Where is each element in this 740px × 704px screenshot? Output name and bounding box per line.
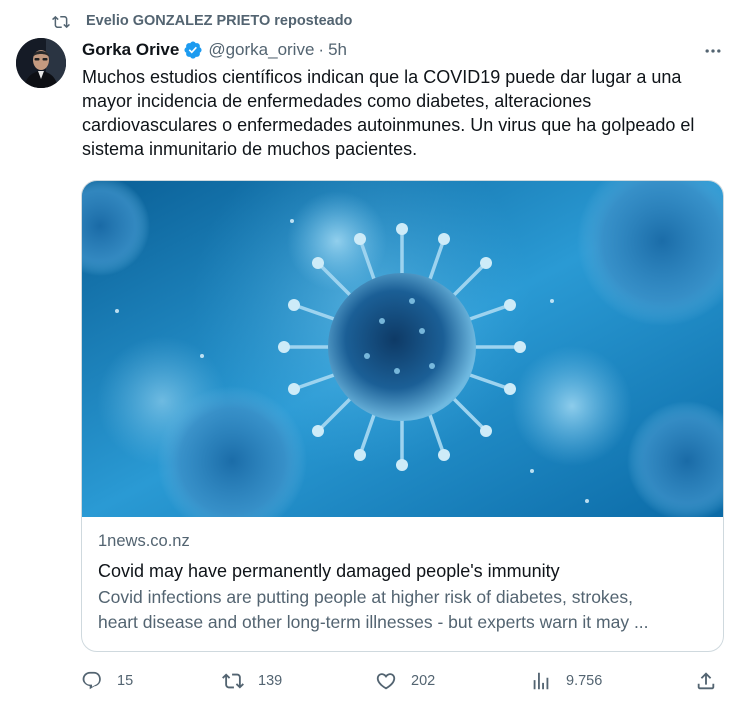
verified-icon [184,41,202,59]
repost-button[interactable]: 139 [222,670,282,692]
card-description-line: heart disease and other long-term illnes… [98,612,649,632]
card-meta: 1news.co.nz Covid may have permanently d… [98,529,710,635]
card-title: Covid may have permanently damaged peopl… [98,561,560,581]
share-icon [697,672,715,690]
tweet-time[interactable]: 5h [328,40,347,60]
author-handle[interactable]: @gorka_orive [208,40,314,60]
reply-button[interactable]: 15 [81,670,133,692]
repost-text[interactable]: Evelio GONZALEZ PRIETO reposteado [86,13,352,29]
tweet-text: Muchos estudios científicos indican que … [82,67,695,159]
card-description: Covid infections are putting people at h… [98,585,710,635]
card-description-line: Covid infections are putting people at h… [98,587,634,607]
tweet-header: Gorka Orive @gorka_orive · 5h [82,38,347,62]
author-name[interactable]: Gorka Orive [82,40,179,60]
view-count: 9.756 [566,673,603,689]
avatar[interactable] [16,38,66,88]
tweet-actions: 15 139 202 9.756 [0,662,740,700]
share-button[interactable] [695,670,717,692]
like-button[interactable]: 202 [375,670,435,692]
reply-icon [82,671,101,690]
card-image [82,181,723,517]
views-icon [533,672,549,690]
more-options-button[interactable] [698,40,728,62]
reply-count: 15 [117,673,134,689]
repost-icon [52,15,70,29]
views-button[interactable]: 9.756 [530,670,602,692]
separator-dot: · [318,40,325,59]
like-icon [376,673,396,690]
card-domain: 1news.co.nz [98,532,190,550]
repost-icon [222,673,244,689]
more-icon [705,49,721,53]
like-count: 202 [411,673,436,689]
repost-count: 139 [258,673,283,689]
link-card[interactable]: 1news.co.nz Covid may have permanently d… [81,180,724,652]
